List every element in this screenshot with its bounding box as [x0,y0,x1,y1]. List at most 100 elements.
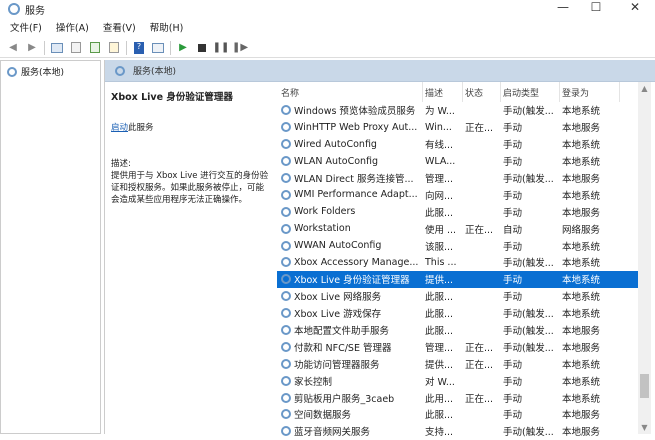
service-gear-icon [281,291,291,302]
tree-node-services-local[interactable]: 服务(本地) [1,61,100,82]
service-name-text: Workstation [294,223,351,235]
service-title: Xbox Live 身份验证管理器 [111,92,233,103]
table-row[interactable]: 功能访问管理器服务 提供... 正在... 手动 本地系统 [277,355,640,372]
service-description: Win... [425,121,452,133]
service-gear-icon [281,257,291,268]
maximize-button[interactable]: ☐ [581,0,611,16]
close-button[interactable]: ✕ [620,0,650,16]
service-description: 提供... [425,359,454,371]
service-gear-icon [281,341,291,352]
service-log-on-as: 网络服务 [562,224,601,236]
table-row[interactable]: Xbox Accessory Manage... This ... 手动(触发...… [277,254,640,271]
column-description[interactable]: 描述 [423,82,463,102]
column-name[interactable]: 名称 [277,82,423,102]
service-description: 管理... [425,342,454,354]
service-startup-type: 手动 [503,123,523,135]
table-row[interactable]: 付款和 NFC/SE 管理器 管理... 正在... 手动(触发... 本地服务 [277,338,640,355]
menu-file[interactable]: 文件(F) [10,20,42,36]
service-description: 有线... [425,140,454,152]
menu-action[interactable]: 操作(A) [56,20,89,36]
properties-icon[interactable] [69,42,83,54]
start-service-link[interactable]: 启动 [111,123,128,133]
pause-service-icon[interactable]: ❚❚ [213,42,230,54]
help-icon[interactable]: ? [132,41,146,54]
service-name: 家长控制 [277,374,423,388]
table-row[interactable]: Xbox Live 身份验证管理器 提供... 手动 本地系统 [277,270,640,288]
table-row[interactable]: WLAN Direct 服务连接管... 管理... 手动(触发... 本地服务 [277,170,640,187]
service-name: Workstation [277,223,423,234]
service-description: 此服... [425,326,454,338]
service-description: 该服... [425,241,454,253]
description-label: 描述: [111,159,131,169]
restart-service-icon[interactable]: ❚▶ [232,42,248,54]
view-icon[interactable] [151,42,165,54]
service-gear-icon [281,122,291,133]
table-row[interactable]: Wired AutoConfig 有线... 手动 本地系统 [277,136,640,153]
service-startup-type: 手动 [503,292,523,304]
table-row[interactable]: WMI Performance Adapt... 向网... 手动 本地系统 [277,186,640,203]
service-name-text: WMI Performance Adapt... [294,189,418,201]
service-name: 付款和 NFC/SE 管理器 [277,340,423,354]
export-icon[interactable] [107,42,121,54]
service-log-on-as: 本地系统 [562,393,601,405]
service-status: 正在... [465,123,494,135]
service-description: 此服... [425,292,454,304]
menu-help[interactable]: 帮助(H) [150,20,184,36]
table-row[interactable]: 家长控制 对 W... 手动 本地系统 [277,372,640,389]
service-startup-type: 手动(触发... [503,427,554,439]
service-gear-icon [281,426,291,437]
minimize-button[interactable]: — [548,0,578,16]
service-startup-type: 手动 [503,140,523,152]
table-row[interactable]: Windows 预览体验成员服务为 W... 手动(触发... 本地系统 [277,102,640,119]
service-status: 正在... [465,224,494,236]
service-description: 此服... [425,207,454,219]
pane-header-title: 服务(本地) [133,67,177,77]
table-row[interactable]: 空间数据服务 此服... 手动 本地服务 [277,406,640,423]
table-row[interactable]: WLAN AutoConfig WLA... 手动 本地系统 [277,153,640,170]
table-row[interactable]: WinHTTP Web Proxy Aut... Win... 正在... 手动 本地服… [277,119,640,136]
scrollbar-thumb[interactable] [640,374,649,398]
service-name-text: Wired AutoConfig [294,138,377,150]
back-icon[interactable]: ◀ [6,42,20,54]
service-startup-type: 手动 [503,393,523,405]
table-row[interactable]: WWAN AutoConfig 该服... 手动 本地系统 [277,237,640,254]
column-status[interactable]: 状态 [463,82,501,102]
vertical-scrollbar[interactable]: ▲ ▼ [638,82,651,434]
service-name-text: WWAN AutoConfig [294,240,382,252]
service-name: Xbox Live 网络服务 [277,289,423,303]
stop-service-icon[interactable] [195,42,209,54]
service-description: 此用... [425,393,454,405]
forward-icon[interactable]: ▶ [25,42,39,54]
service-name-text: Xbox Live 网络服务 [294,292,382,304]
service-log-on-as: 本地系统 [562,359,601,371]
service-name-text: 功能访问管理器服务 [294,359,380,371]
refresh-icon[interactable] [88,42,102,54]
service-name-text: Xbox Accessory Manage... [294,256,419,268]
table-row[interactable]: 剪贴板用户服务_3caeb 此用... 正在... 手动 本地系统 [277,389,640,406]
table-row[interactable]: Xbox Live 网络服务 此服... 手动 本地系统 [277,288,640,305]
service-log-on-as: 本地服务 [562,207,601,219]
table-row[interactable]: Xbox Live 游戏保存 此服... 手动(触发... 本地系统 [277,305,640,322]
console-tree: 服务(本地) [0,60,101,434]
start-service-icon[interactable]: ▶ [176,42,190,54]
table-row[interactable]: 本地配置文件助手服务 此服... 手动(触发... 本地服务 [277,322,640,339]
table-row[interactable]: Workstation 使用 ... 正在... 自动 网络服务 [277,220,640,237]
service-status: 正在... [465,359,494,371]
scroll-up-icon[interactable]: ▲ [638,84,651,93]
service-log-on-as: 本地系统 [562,309,601,321]
service-name-text: 本地配置文件助手服务 [294,326,390,338]
services-icon [8,3,20,15]
scroll-down-icon[interactable]: ▼ [638,423,651,432]
column-log-on-as[interactable]: 登录为 [560,82,620,102]
service-description: 此服... [425,309,454,321]
service-name-text: Work Folders [294,206,356,218]
service-gear-icon [281,189,291,200]
service-startup-type: 手动 [503,157,523,169]
console-tree-icon[interactable] [50,42,64,54]
menu-view[interactable]: 查看(V) [103,20,136,36]
column-startup-type[interactable]: 启动类型 [501,82,560,102]
table-row[interactable]: 蓝牙音频网关服务 支持... 手动(触发... 本地服务 [277,423,640,440]
table-row[interactable]: Work Folders 此服... 手动 本地服务 [277,203,640,220]
service-startup-type: 手动(触发... [503,258,554,270]
service-name: Xbox Live 游戏保存 [277,306,423,320]
